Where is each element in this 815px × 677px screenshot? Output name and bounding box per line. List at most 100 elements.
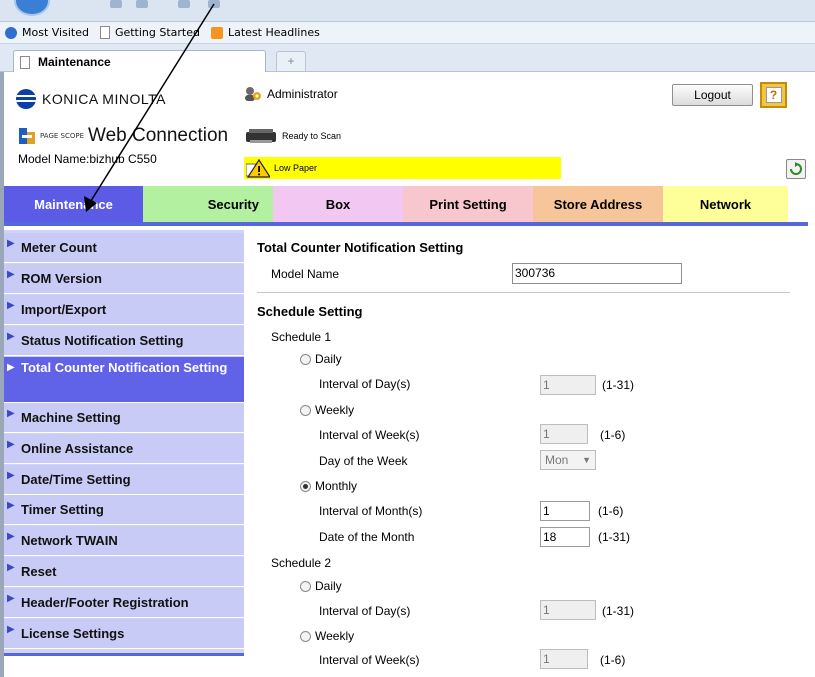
sidebar-item-header-footer-registration[interactable]: ▶ Header/Footer Registration: [4, 588, 244, 618]
help-button[interactable]: ?: [760, 82, 787, 108]
schedule1-date-month-input[interactable]: 18: [540, 527, 590, 547]
toolbar-button-icon[interactable]: [178, 0, 190, 8]
schedule2-interval-day-label: Interval of Day(s): [319, 604, 411, 618]
tab-store-address[interactable]: Store Address: [533, 186, 663, 222]
triangle-right-icon: ▶: [7, 500, 15, 511]
schedule1-day-of-week-label: Day of the Week: [319, 454, 408, 468]
tab-maintenance[interactable]: Maintenance: [4, 186, 143, 222]
schedule1-interval-day-input[interactable]: 1: [540, 375, 596, 395]
schedule1-interval-day-label: Interval of Day(s): [319, 377, 411, 391]
page-header: KONICA MINOLTA PAGE SCOPE Web Connection…: [4, 72, 815, 186]
tab-network[interactable]: Network: [663, 186, 788, 222]
schedule1-interval-month-label: Interval of Month(s): [319, 504, 423, 518]
browser-tab-maintenance[interactable]: Maintenance: [13, 50, 266, 73]
sidebar-item-timer-setting[interactable]: ▶ Timer Setting: [4, 495, 244, 525]
schedule2-label: Schedule 2: [271, 556, 332, 570]
browser-tab-bar: Maintenance +: [0, 44, 815, 73]
toolbar-button-icon[interactable]: [136, 0, 148, 8]
section-divider: [257, 292, 790, 293]
schedule2-interval-day-range: (1-31): [602, 604, 635, 618]
schedule1-date-month-label: Date of the Month: [319, 530, 415, 544]
schedule2-interval-week-label: Interval of Week(s): [319, 653, 420, 667]
help-icon: ?: [765, 87, 782, 103]
triangle-right-icon: ▶: [7, 624, 15, 635]
rss-icon: [211, 26, 223, 39]
sidebar-item-rom-version[interactable]: ▶ ROM Version: [4, 264, 244, 294]
radio-off-icon: [300, 580, 311, 592]
schedule1-weekly-radio[interactable]: Weekly: [300, 403, 354, 417]
page-icon: [20, 55, 30, 69]
schedule2-interval-day-input[interactable]: 1: [540, 600, 596, 620]
radio-off-icon: [300, 404, 311, 416]
tab-print-setting[interactable]: Print Setting: [403, 186, 533, 222]
schedule2-weekly-radio[interactable]: Weekly: [300, 629, 354, 643]
radio-on-icon: [300, 480, 311, 492]
schedule1-daily-radio[interactable]: Daily: [300, 352, 342, 366]
bookmark-getting-started[interactable]: Getting Started: [99, 26, 200, 39]
schedule2-interval-week-range: (1-6): [600, 653, 626, 667]
schedule1-monthly-radio[interactable]: Monthly: [300, 479, 357, 493]
schedule1-interval-month-range: (1-6): [598, 504, 624, 518]
sidebar-item-meter-count[interactable]: ▶ Meter Count: [4, 233, 244, 263]
new-tab-button[interactable]: +: [276, 51, 306, 71]
pagescope-icon: [19, 128, 35, 144]
sidebar-item-online-assistance[interactable]: ▶ Online Assistance: [4, 434, 244, 464]
schedule1-interval-month-input[interactable]: 1: [540, 501, 590, 521]
schedule1-day-of-week-select[interactable]: Mon ▼: [540, 450, 596, 470]
triangle-right-icon: ▶: [7, 593, 15, 604]
triangle-right-icon: ▶: [7, 269, 15, 280]
browser-back-orb-icon[interactable]: [14, 0, 50, 16]
globe-icon: [5, 26, 17, 39]
warning-status-bar: Low Paper: [244, 157, 561, 179]
radio-off-icon: [300, 353, 311, 365]
toolbar-button-icon[interactable]: [208, 0, 220, 8]
logout-button[interactable]: Logout: [672, 84, 753, 106]
scanner-icon: [246, 129, 276, 143]
refresh-icon: [790, 162, 802, 175]
bookmark-latest-headlines[interactable]: Latest Headlines: [211, 26, 320, 39]
triangle-right-icon: ▶: [7, 331, 15, 342]
sidebar-item-total-counter-notification[interactable]: ▶ Total Counter Notification Setting: [4, 357, 244, 403]
sidebar-item-license-settings[interactable]: ▶ License Settings: [4, 619, 244, 649]
sidebar: ▶ Meter Count ▶ ROM Version ▶ Import/Export…: [4, 230, 244, 656]
scanner-status: Ready to Scan: [244, 127, 341, 145]
bookmarks-bar: Most Visited Getting Started Latest Head…: [0, 22, 815, 44]
konica-globe-icon: [16, 89, 36, 109]
tab-security[interactable]: Security: [143, 186, 273, 222]
tab-box[interactable]: Box: [273, 186, 403, 222]
warning-icon: [246, 158, 270, 178]
schedule1-interval-week-input[interactable]: 1: [540, 424, 588, 444]
triangle-right-icon: ▶: [7, 408, 15, 419]
model-name-input[interactable]: 300736: [512, 263, 682, 284]
pagescope-logo: PAGE SCOPE Web Connection: [18, 125, 228, 147]
schedule2-interval-week-input[interactable]: 1: [540, 649, 588, 669]
user-indicator: Administrator: [244, 86, 338, 102]
radio-off-icon: [300, 630, 311, 642]
triangle-right-icon: ▶: [7, 470, 15, 481]
schedule2-daily-radio[interactable]: Daily: [300, 579, 342, 593]
sidebar-item-network-twain[interactable]: ▶ Network TWAIN: [4, 526, 244, 556]
triangle-right-icon: ▶: [7, 562, 15, 573]
main-nav: Maintenance Security Box Print Setting S…: [4, 186, 808, 226]
nav-spacer: [788, 186, 808, 222]
bookmark-most-visited[interactable]: Most Visited: [5, 26, 89, 39]
sidebar-item-date-time-setting[interactable]: ▶ Date/Time Setting: [4, 465, 244, 495]
schedule-section-title: Schedule Setting: [257, 304, 363, 319]
triangle-right-icon: ▶: [7, 238, 15, 249]
triangle-right-icon: ▶: [7, 362, 15, 373]
sidebar-item-status-notification[interactable]: ▶ Status Notification Setting: [4, 326, 244, 356]
toolbar-button-icon[interactable]: [110, 0, 122, 8]
sidebar-item-reset[interactable]: ▶ Reset: [4, 557, 244, 587]
refresh-button[interactable]: [786, 159, 806, 179]
chevron-down-icon: ▼: [582, 455, 591, 465]
sidebar-item-import-export[interactable]: ▶ Import/Export: [4, 295, 244, 325]
triangle-right-icon: ▶: [7, 439, 15, 450]
schedule1-interval-day-range: (1-31): [602, 378, 635, 392]
sidebar-item-machine-setting[interactable]: ▶ Machine Setting: [4, 403, 244, 433]
schedule1-date-month-range: (1-31): [598, 530, 631, 544]
triangle-right-icon: ▶: [7, 531, 15, 542]
main-content: Total Counter Notification Setting Model…: [244, 230, 815, 677]
model-name-label: Model Name:bizhub C550: [18, 152, 157, 166]
schedule1-interval-week-label: Interval of Week(s): [319, 428, 420, 442]
schedule1-label: Schedule 1: [271, 330, 332, 344]
